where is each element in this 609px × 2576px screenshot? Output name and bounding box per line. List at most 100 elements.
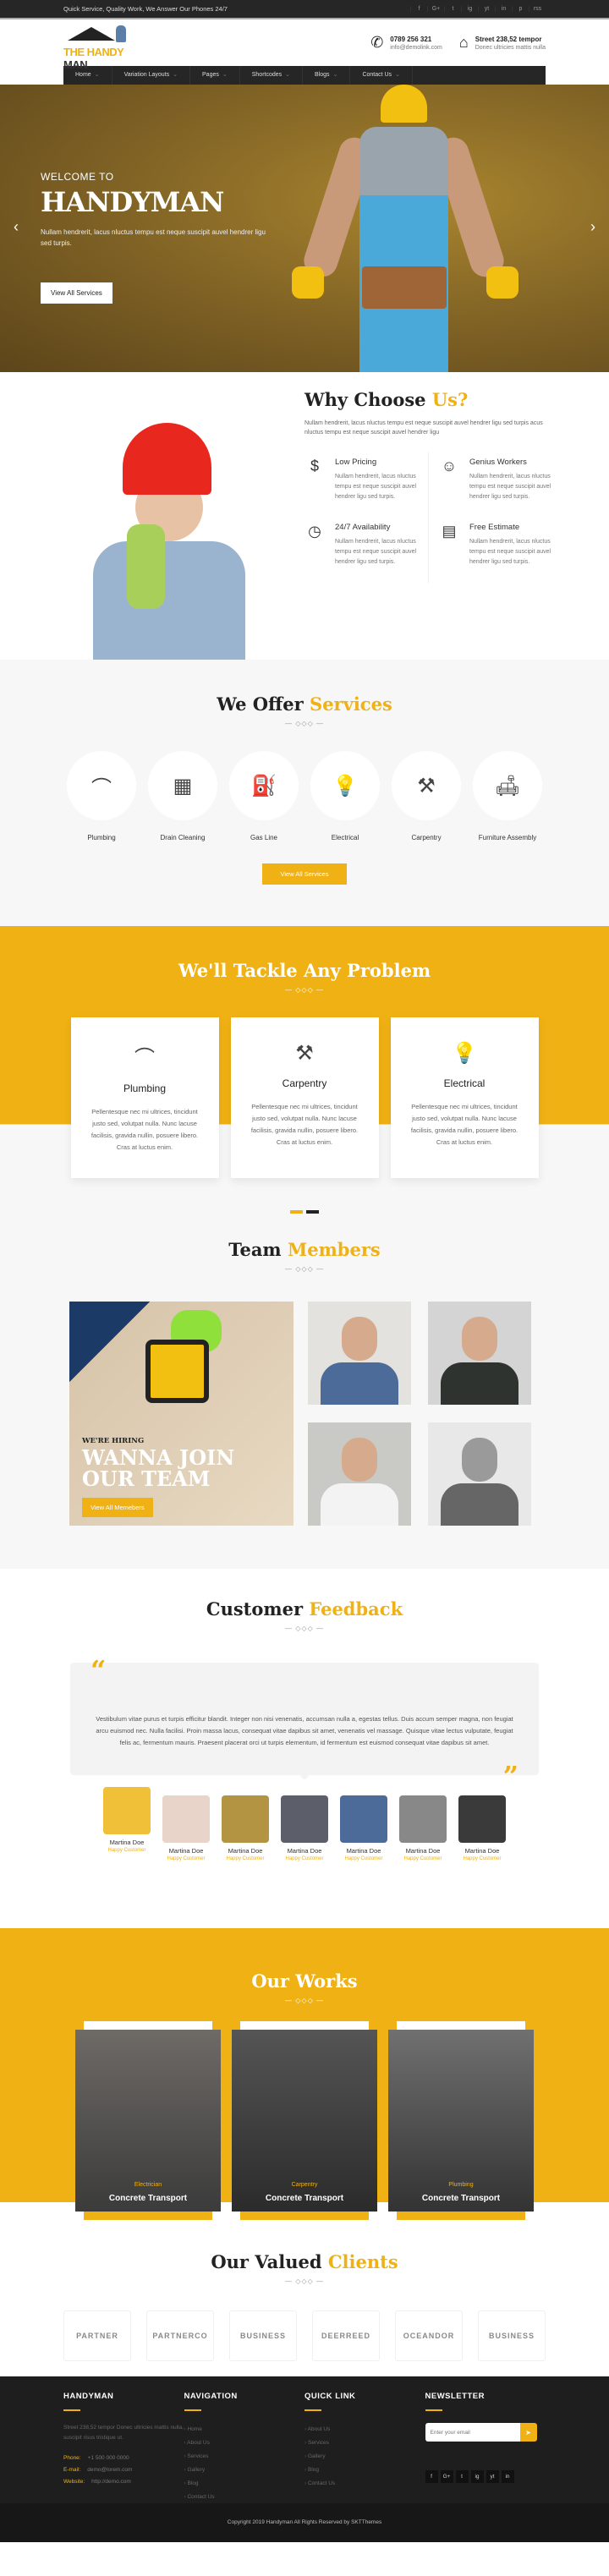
- youtube-icon[interactable]: yt: [478, 6, 495, 12]
- pager-dot[interactable]: [306, 1210, 319, 1214]
- pinterest-icon[interactable]: p: [512, 6, 529, 12]
- twitter-icon[interactable]: t: [444, 6, 461, 12]
- instagram-icon[interactable]: ig: [470, 2470, 484, 2483]
- slider-prev-arrow-icon[interactable]: ‹: [14, 218, 19, 236]
- footer-link[interactable]: Home: [184, 2423, 305, 2436]
- team-member-photo[interactable]: [428, 1422, 531, 1526]
- hiring-label: WE'RE HIRING: [82, 1437, 145, 1445]
- service-furniture-assembly[interactable]: 🛋 Furniture Assembly: [473, 751, 542, 841]
- google-plus-icon[interactable]: G+: [427, 6, 444, 12]
- instagram-icon[interactable]: ig: [461, 6, 478, 12]
- service-carpentry[interactable]: ⚒ Carpentry: [392, 751, 461, 841]
- rss-icon[interactable]: rss: [529, 6, 546, 12]
- customer-thumb[interactable]: Martina Doe Happy Customer: [222, 1787, 269, 1861]
- copyright: Copyright 2019 Handyman All Rights Reser…: [0, 2503, 609, 2542]
- customer-selector: Martina Doe Happy Customer Martina Doe Hap…: [0, 1787, 609, 1861]
- problem-card-plumbing[interactable]: ⌒ Plumbing Pellentesque nec mi ultrices, t…: [70, 1017, 219, 1178]
- site-footer: HANDYMAN Street 238,52 tempor Donec ultr…: [0, 2376, 609, 2503]
- title-accent: Services: [310, 693, 392, 715]
- footer-email[interactable]: demo@lorem.com: [87, 2467, 132, 2473]
- service-plumbing[interactable]: ⌒ Plumbing: [67, 751, 136, 841]
- customer-name: Martina Doe: [109, 1839, 145, 1846]
- footer-link[interactable]: Gallery: [304, 2450, 425, 2464]
- google-plus-icon[interactable]: G+: [440, 2470, 453, 2483]
- footer-address: Street 238,52 tempor Donec ultricies mat…: [63, 2425, 184, 2441]
- slider-next-arrow-icon[interactable]: ›: [590, 218, 595, 236]
- customer-avatar: [281, 1795, 328, 1843]
- nav-label: Pages: [202, 72, 219, 78]
- feature-text: Nullam hendrerit, lacus nluctus tempu es…: [335, 474, 417, 500]
- hero-worker-image: [262, 85, 518, 372]
- customer-thumb[interactable]: Martina Doe Happy Customer: [281, 1787, 328, 1861]
- gas-barrel-icon: ⛽: [229, 751, 299, 820]
- newsletter-email-input[interactable]: [425, 2423, 520, 2442]
- address-line2: Donec ultricies mattis nulla: [475, 44, 546, 51]
- problem-card-electrical[interactable]: 💡 Electrical Pellentesque nec mi ultrices,…: [390, 1017, 539, 1178]
- paper-plane-icon: ➤: [525, 2428, 531, 2436]
- customer-thumb[interactable]: Martina Doe Happy Customer: [458, 1787, 506, 1861]
- facebook-icon[interactable]: f: [425, 2470, 438, 2483]
- footer-link[interactable]: Contact Us: [304, 2477, 425, 2491]
- nav-pages[interactable]: Pages ⌄: [190, 66, 240, 85]
- chevron-down-icon: ⌄: [94, 72, 100, 78]
- service-label: Furniture Assembly: [478, 834, 537, 841]
- footer-link[interactable]: About Us: [184, 2436, 305, 2450]
- hero-view-services-button[interactable]: View All Services: [41, 282, 112, 304]
- footer-link[interactable]: Blog: [304, 2464, 425, 2477]
- customer-thumb[interactable]: Martina Doe Happy Customer: [162, 1787, 210, 1861]
- work-item[interactable]: Electrician Concrete Transport: [75, 2021, 221, 2220]
- team-member-photo[interactable]: [308, 1422, 411, 1526]
- team-member-photo[interactable]: [428, 1302, 531, 1405]
- service-label: Carpentry: [411, 834, 442, 841]
- service-gas-line[interactable]: ⛽ Gas Line: [229, 751, 299, 841]
- footer-link[interactable]: Services: [184, 2450, 305, 2464]
- why-choose-us-section: Why Choose Us? Nullam hendrerit, lacus n…: [0, 372, 609, 660]
- customer-thumb[interactable]: Martina Doe Happy Customer: [340, 1787, 387, 1861]
- client-logo[interactable]: BUSINESS: [478, 2310, 546, 2361]
- footer-link[interactable]: About Us: [304, 2423, 425, 2436]
- hiring-banner: WE'RE HIRING WANNA JOIN OUR TEAM View Al…: [69, 1302, 294, 1526]
- footer-phone[interactable]: +1 500 000 0000: [88, 2455, 129, 2461]
- site-logo[interactable]: THE HANDY MAN: [63, 24, 144, 71]
- work-name: Concrete Transport: [421, 2194, 501, 2203]
- pager-dot-active[interactable]: [290, 1210, 303, 1214]
- work-item[interactable]: Plumbing Concrete Transport: [388, 2021, 534, 2220]
- why-title: Why Choose Us?: [304, 389, 558, 410]
- view-all-members-button[interactable]: View All Memebers: [82, 1498, 153, 1517]
- linkedin-icon[interactable]: in: [501, 2470, 514, 2483]
- customer-thumb-active[interactable]: Martina Doe Happy Customer: [103, 1787, 151, 1861]
- client-logo[interactable]: OCEANDOR: [395, 2310, 463, 2361]
- header-phone[interactable]: 0789 256 321: [390, 36, 442, 43]
- service-electrical[interactable]: 💡 Electrical: [310, 751, 380, 841]
- twitter-icon[interactable]: t: [455, 2470, 469, 2483]
- client-logo[interactable]: BUSINESS: [229, 2310, 297, 2361]
- facebook-icon[interactable]: f: [410, 6, 427, 12]
- nav-label: Contact Us: [362, 72, 392, 78]
- footer-link[interactable]: Contact Us: [184, 2491, 305, 2504]
- linkedin-icon[interactable]: in: [495, 6, 512, 12]
- problem-card-carpentry[interactable]: ⚒ Carpentry Pellentesque nec mi ultrices, …: [230, 1017, 379, 1178]
- nav-shortcodes[interactable]: Shortcodes ⌄: [240, 66, 304, 85]
- footer-link[interactable]: Blog: [184, 2477, 305, 2491]
- work-item[interactable]: Carpentry Concrete Transport: [232, 2021, 377, 2220]
- card-title: Plumbing: [123, 1082, 167, 1094]
- client-logo[interactable]: PARTNER: [63, 2310, 131, 2361]
- footer-link[interactable]: Gallery: [184, 2464, 305, 2477]
- nav-contact-us[interactable]: Contact Us ⌄: [350, 66, 413, 85]
- footer-link[interactable]: Services: [304, 2436, 425, 2450]
- nav-blogs[interactable]: Blogs ⌄: [303, 66, 351, 85]
- customer-thumb[interactable]: Martina Doe Happy Customer: [399, 1787, 447, 1861]
- team-member-photo[interactable]: [308, 1302, 411, 1405]
- newsletter-submit-button[interactable]: ➤: [519, 2423, 537, 2442]
- chevron-down-icon: ⌄: [222, 72, 228, 78]
- customer-role: Happy Customer: [226, 1856, 265, 1861]
- header-email[interactable]: info@demolink.com: [390, 45, 442, 51]
- view-all-services-button[interactable]: View All Services: [261, 863, 348, 885]
- youtube-icon[interactable]: yt: [486, 2470, 499, 2483]
- client-logo[interactable]: DEERREED: [312, 2310, 380, 2361]
- footer-website[interactable]: http://demo.com: [91, 2479, 131, 2485]
- service-drain-cleaning[interactable]: ▦ Drain Cleaning: [148, 751, 217, 841]
- work-name: Concrete Transport: [265, 2194, 344, 2203]
- card-text: Pellentesque nec mi ultrices, tincidunt …: [91, 1108, 199, 1151]
- client-logo[interactable]: PARTNERCO: [146, 2310, 214, 2361]
